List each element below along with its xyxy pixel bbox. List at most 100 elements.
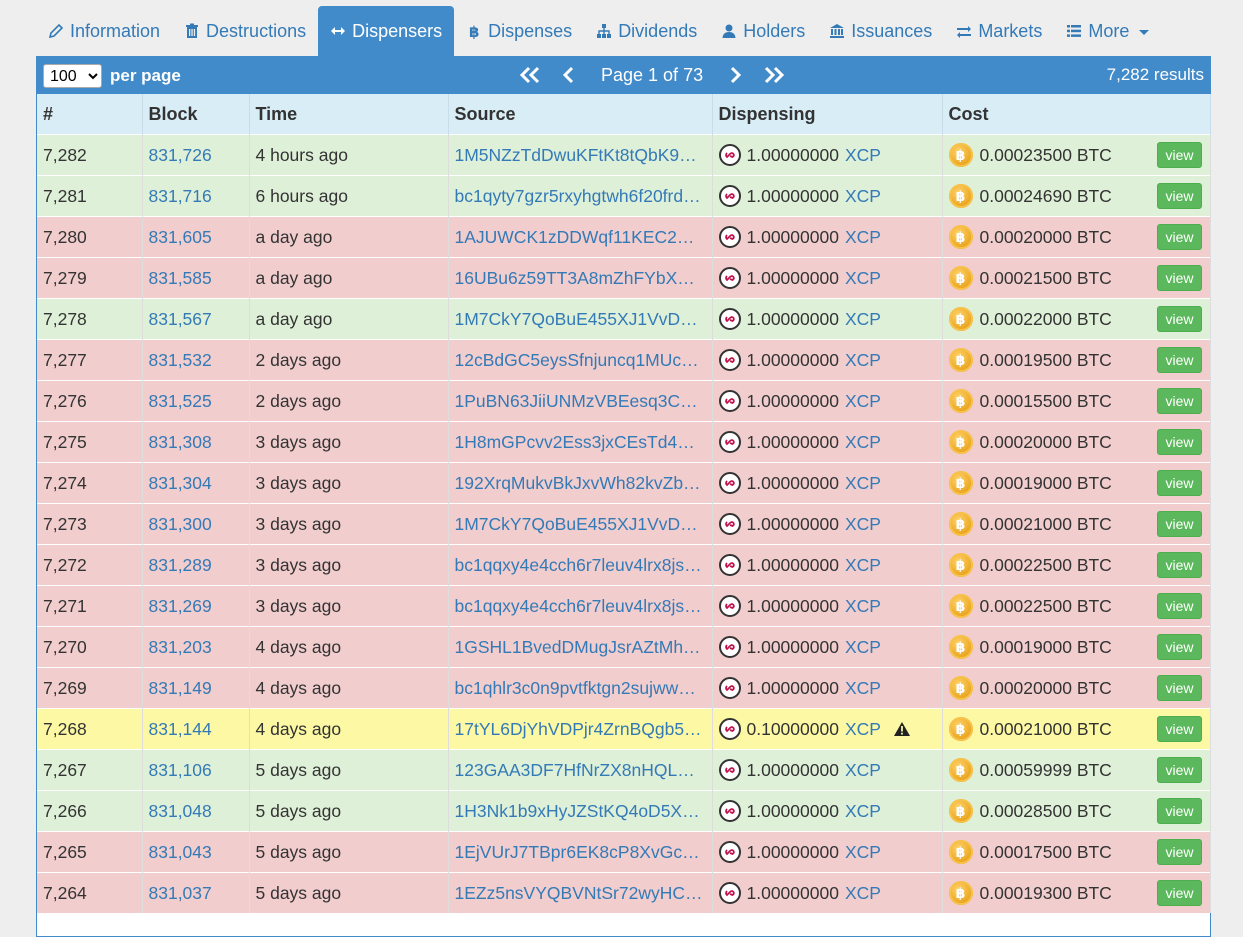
view-button[interactable]: view — [1157, 470, 1202, 496]
dispense-amount: 1.00000000 — [746, 390, 839, 411]
source-address-link[interactable]: 1H3Nk1b9xHyJZStKQ4oD5X… — [455, 801, 706, 822]
asset-link[interactable]: XCP — [845, 555, 881, 576]
block-link[interactable]: 831,300 — [149, 514, 212, 534]
tab-markets[interactable]: Markets — [944, 6, 1054, 56]
asset-link[interactable]: XCP — [845, 432, 881, 453]
block-link[interactable]: 831,308 — [149, 432, 212, 452]
block-link[interactable]: 831,304 — [149, 473, 212, 493]
view-button[interactable]: view — [1157, 388, 1202, 414]
view-button[interactable]: view — [1157, 839, 1202, 865]
tab-dispenses[interactable]: ฿ Dispenses — [454, 6, 584, 56]
cost-cell: ฿ 0.00019000 BTC view — [942, 626, 1211, 668]
asset-link[interactable]: XCP — [845, 596, 881, 617]
view-button[interactable]: view — [1157, 593, 1202, 619]
source-address-link[interactable]: 1AJUWCK1zDDWqf11KEC2… — [455, 227, 706, 248]
source-address-link[interactable]: 1GSHL1BvedDMugJsrAZtMh… — [455, 637, 706, 658]
source-address-link[interactable]: 1PuBN63JiiUNMzVBEesq3C… — [455, 391, 706, 412]
tab-information[interactable]: Information — [36, 6, 172, 56]
asset-link[interactable]: XCP — [845, 145, 881, 166]
block-link[interactable]: 831,043 — [149, 842, 212, 862]
source-address-link[interactable]: 1M5NZzTdDwuKFtKt8tQbK9… — [455, 145, 706, 166]
per-page-select[interactable]: 100 — [43, 64, 102, 88]
block-link[interactable]: 831,726 — [149, 145, 212, 165]
asset-link[interactable]: XCP — [845, 473, 881, 494]
view-button[interactable]: view — [1157, 306, 1202, 332]
source-address-link[interactable]: 1EZz5nsVYQBVNtSr72wyHC… — [455, 883, 706, 904]
view-button[interactable]: view — [1157, 183, 1202, 209]
asset-link[interactable]: XCP — [845, 760, 881, 781]
source-address-link[interactable]: 17tYL6DjYhVDPjr4ZrnBQgb5… — [455, 719, 706, 740]
tab-bar: Information Destructions Dispensers ฿ Dispen… — [36, 6, 1161, 56]
block-link[interactable]: 831,532 — [149, 350, 212, 370]
view-button[interactable]: view — [1157, 675, 1202, 701]
asset-link[interactable]: XCP — [845, 391, 881, 412]
view-button[interactable]: view — [1157, 634, 1202, 660]
source-address-link[interactable]: 123GAA3DF7HfNrZX8nHQL… — [455, 760, 706, 781]
source-address-link[interactable]: 16UBu6z59TT3A8mZhFYbX… — [455, 268, 706, 289]
asset-link[interactable]: XCP — [845, 268, 881, 289]
view-button[interactable]: view — [1157, 347, 1202, 373]
view-button[interactable]: view — [1157, 511, 1202, 537]
asset-link[interactable]: XCP — [845, 350, 881, 371]
asset-link[interactable]: XCP — [845, 227, 881, 248]
source-address-link[interactable]: 1EjVUrJ7TBpr6EK8cP8XvGc… — [455, 842, 706, 863]
asset-link[interactable]: XCP — [845, 309, 881, 330]
tab-issuances[interactable]: Issuances — [817, 6, 944, 56]
source-address-link[interactable]: 192XrqMukvBkJxvWh82kvZb… — [455, 473, 706, 494]
asset-link[interactable]: XCP — [845, 637, 881, 658]
prev-page-button[interactable] — [549, 62, 587, 88]
block-link[interactable]: 831,716 — [149, 186, 212, 206]
block-link[interactable]: 831,585 — [149, 268, 212, 288]
time-cell: 3 days ago — [249, 544, 449, 586]
next-page-button[interactable] — [717, 62, 755, 88]
block-link[interactable]: 831,269 — [149, 596, 212, 616]
xcp-asset-icon — [718, 349, 741, 371]
tab-more[interactable]: More — [1054, 6, 1161, 56]
view-button[interactable]: view — [1157, 429, 1202, 455]
block-link[interactable]: 831,149 — [149, 678, 212, 698]
source-address-link[interactable]: bc1qqxy4e4cch6r7leuv4lrx8js… — [455, 555, 706, 576]
block-link[interactable]: 831,525 — [149, 391, 212, 411]
source-address-link[interactable]: bc1qyty7gzr5rxyhgtwh6f20frd… — [455, 186, 706, 207]
cost-value: ฿ 0.00021000 BTC view — [948, 511, 1204, 537]
asset-link[interactable]: XCP — [845, 678, 881, 699]
last-page-button[interactable] — [755, 62, 793, 88]
source-address-link[interactable]: 1H8mGPcvv2Ess3jxCEsTd4… — [455, 432, 706, 453]
asset-link[interactable]: XCP — [845, 883, 881, 904]
block-cell: 831,726 — [142, 134, 250, 176]
dispense-amount: 1.00000000 — [746, 472, 839, 493]
view-button[interactable]: view — [1157, 142, 1202, 168]
source-address-link[interactable]: 1M7CkY7QoBuE455XJ1VvD… — [455, 309, 706, 330]
source-address-link[interactable]: 12cBdGC5eysSfnjuncq1MUc… — [455, 350, 706, 371]
view-button[interactable]: view — [1157, 798, 1202, 824]
source-address-link[interactable]: bc1qhlr3c0n9pvtfktgn2sujww… — [455, 678, 706, 699]
view-button[interactable]: view — [1157, 880, 1202, 906]
block-link[interactable]: 831,289 — [149, 555, 212, 575]
asset-link[interactable]: XCP — [845, 186, 881, 207]
view-button[interactable]: view — [1157, 716, 1202, 742]
first-page-button[interactable] — [511, 62, 549, 88]
block-link[interactable]: 831,106 — [149, 760, 212, 780]
view-button[interactable]: view — [1157, 224, 1202, 250]
source-address-link[interactable]: bc1qqxy4e4cch6r7leuv4lrx8js… — [455, 596, 706, 617]
tab-dispensers[interactable]: Dispensers — [318, 6, 455, 56]
block-link[interactable]: 831,605 — [149, 227, 212, 247]
view-button[interactable]: view — [1157, 757, 1202, 783]
asset-link[interactable]: XCP — [845, 514, 881, 535]
dispensing-value: 1.00000000 XCP — [718, 349, 936, 371]
view-button[interactable]: view — [1157, 265, 1202, 291]
tab-holders[interactable]: Holders — [709, 6, 817, 56]
asset-link[interactable]: XCP — [845, 842, 881, 863]
block-link[interactable]: 831,567 — [149, 309, 212, 329]
source-address-link[interactable]: 1M7CkY7QoBuE455XJ1VvD… — [455, 514, 706, 535]
tab-destructions[interactable]: Destructions — [172, 6, 318, 56]
block-link[interactable]: 831,048 — [149, 801, 212, 821]
block-link[interactable]: 831,037 — [149, 883, 212, 903]
block-link[interactable]: 831,144 — [149, 719, 212, 739]
view-button[interactable]: view — [1157, 552, 1202, 578]
block-link[interactable]: 831,203 — [149, 637, 212, 657]
asset-link[interactable]: XCP — [845, 801, 881, 822]
tab-dividends[interactable]: Dividends — [584, 6, 709, 56]
asset-link[interactable]: XCP — [845, 719, 881, 740]
cost-cell: ฿ 0.00019500 BTC view — [942, 339, 1211, 381]
